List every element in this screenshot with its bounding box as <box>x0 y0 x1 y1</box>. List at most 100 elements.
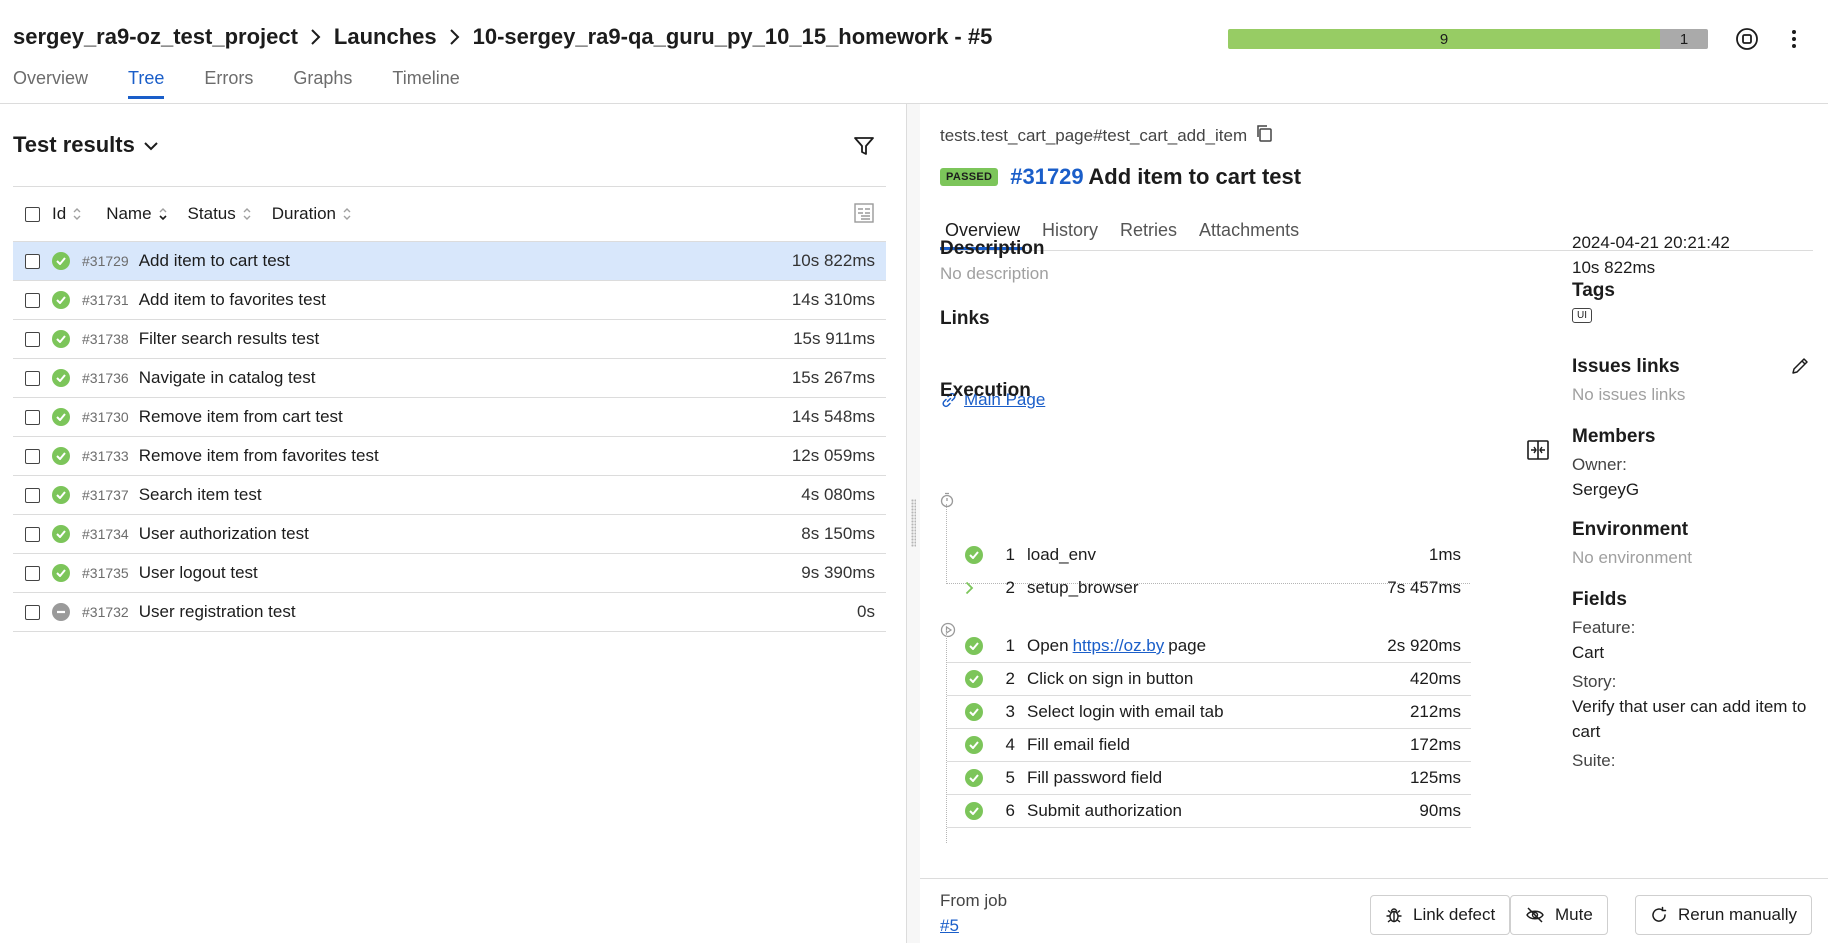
results-list: #31729 Add item to cart test 10s 822ms #317… <box>13 242 886 632</box>
sort-icon <box>73 208 81 220</box>
table-row[interactable]: #31733 Remove item from favorites test 12s… <box>13 437 886 476</box>
step-name: setup_browser <box>1027 578 1139 597</box>
step-name: load_env <box>1027 545 1097 564</box>
column-status[interactable]: Status <box>188 204 252 224</box>
row-id: #31730 <box>82 409 129 425</box>
row-duration: 4s 080ms <box>801 485 875 504</box>
column-name[interactable]: Name <box>106 204 167 224</box>
table-row[interactable]: #31731 Add item to favorites test 14s 310m… <box>13 281 886 320</box>
test-step[interactable]: 5 Fill password field 125ms <box>947 762 1471 795</box>
table-row[interactable]: #31729 Add item to cart test 10s 822ms <box>13 242 886 281</box>
tab-errors[interactable]: Errors <box>204 68 253 99</box>
rerun-manually-button[interactable]: Rerun manually <box>1635 895 1813 935</box>
more-vertical-icon[interactable] <box>1779 24 1809 54</box>
tree-view-icon[interactable] <box>852 201 876 230</box>
row-name: Remove item from favorites test <box>138 446 379 465</box>
status-passed-icon <box>965 802 983 820</box>
environment-text: No environment <box>1572 548 1693 567</box>
tab-timeline[interactable]: Timeline <box>392 68 459 99</box>
row-checkbox[interactable] <box>25 604 40 620</box>
status-passed-icon <box>965 546 983 564</box>
row-checkbox[interactable] <box>25 253 40 269</box>
row-checkbox[interactable] <box>25 292 40 308</box>
row-checkbox[interactable] <box>25 448 40 464</box>
status-badge: PASSED <box>940 168 999 186</box>
test-step[interactable]: 6 Submit authorization 90ms <box>947 795 1471 828</box>
tab-graphs[interactable]: Graphs <box>293 68 352 99</box>
row-checkbox[interactable] <box>25 331 40 347</box>
step-url-link[interactable]: https://oz.by <box>1073 636 1165 655</box>
link-defect-button[interactable]: Link defect <box>1370 895 1511 935</box>
filter-icon[interactable] <box>850 132 878 160</box>
tab-overview[interactable]: Overview <box>13 68 88 99</box>
table-row[interactable]: #31732 User registration test 0s <box>13 593 886 632</box>
row-name: Add item to cart test <box>138 251 290 270</box>
status-passed-icon <box>52 564 70 582</box>
test-results-title[interactable]: Test results <box>13 132 159 158</box>
tab-retries[interactable]: Retries <box>1115 216 1182 250</box>
tab-attachments[interactable]: Attachments <box>1194 216 1304 250</box>
table-row[interactable]: #31736 Navigate in catalog test 15s 267ms <box>13 359 886 398</box>
page-header: sergey_ra9-oz_test_project Launches 10-s… <box>0 0 1828 104</box>
expand-collapse-icon[interactable] <box>1526 438 1550 467</box>
mute-label: Mute <box>1555 905 1593 924</box>
story-label: Story: <box>1572 672 1617 691</box>
step-name: Select login with email tab <box>1027 702 1224 721</box>
row-id: #31736 <box>82 370 129 386</box>
chevron-right-icon <box>310 28 322 46</box>
issues-text: No issues links <box>1572 385 1686 404</box>
row-checkbox[interactable] <box>25 370 40 386</box>
status-passed-icon <box>965 637 983 655</box>
table-row[interactable]: #31734 User authorization test 8s 150ms <box>13 515 886 554</box>
status-passed-icon <box>52 447 70 465</box>
row-checkbox[interactable] <box>25 487 40 503</box>
status-summary-bar[interactable]: 9 1 <box>1228 29 1708 49</box>
step-number: 5 <box>1005 768 1015 787</box>
environment-heading: Environment <box>1572 519 1689 540</box>
table-row[interactable]: #31738 Filter search results test 15s 911m… <box>13 320 886 359</box>
row-name: User logout test <box>138 563 258 582</box>
setup-steps: 1 load_env 1ms 2 setup_browser 7s 457ms <box>946 504 1470 597</box>
owner-value: SergeyG <box>1572 480 1640 499</box>
sort-icon <box>243 208 251 220</box>
column-id[interactable]: Id <box>52 204 82 224</box>
sort-icon <box>343 208 351 220</box>
table-row[interactable]: #31737 Search item test 4s 080ms <box>13 476 886 515</box>
row-checkbox[interactable] <box>25 526 40 542</box>
step-name: Fill email field <box>1027 735 1130 754</box>
issues-heading: Issues links <box>1572 356 1680 377</box>
test-step[interactable]: 3 Select login with email tab 212ms <box>947 696 1471 729</box>
step-duration: 212ms <box>1409 702 1461 721</box>
test-step[interactable]: 2 Click on sign in button 420ms <box>947 663 1471 696</box>
setup-step[interactable]: 2 setup_browser 7s 457ms <box>947 569 1471 607</box>
breadcrumb-project[interactable]: sergey_ra9-oz_test_project <box>13 24 298 50</box>
breadcrumb-launches[interactable]: Launches <box>334 24 437 50</box>
panel-splitter[interactable] <box>906 104 920 943</box>
stop-icon[interactable] <box>1732 24 1762 54</box>
table-row[interactable]: #31730 Remove item from cart test 14s 548m… <box>13 398 886 437</box>
row-name: Filter search results test <box>138 329 320 348</box>
bug-icon <box>1386 908 1402 923</box>
tab-tree[interactable]: Tree <box>128 68 165 99</box>
test-step[interactable]: 4 Fill email field 172ms <box>947 729 1471 762</box>
refresh-icon <box>1652 906 1667 922</box>
step-duration: 172ms <box>1409 735 1461 754</box>
test-step[interactable]: 1 Open https://oz.by page 2s 920ms <box>947 630 1471 663</box>
job-link[interactable]: #5 <box>940 916 959 936</box>
column-duration[interactable]: Duration <box>272 204 352 224</box>
row-checkbox[interactable] <box>25 409 40 425</box>
row-checkbox[interactable] <box>25 565 40 581</box>
table-row[interactable]: #31735 User logout test 9s 390ms <box>13 554 886 593</box>
step-name: Click on sign in button <box>1027 669 1194 688</box>
copy-icon[interactable] <box>1255 124 1273 147</box>
select-all-checkbox[interactable] <box>25 206 40 222</box>
mute-button[interactable]: Mute <box>1510 895 1608 935</box>
tags-block: Tags UI <box>1572 280 1822 323</box>
detail-footer: From job #5 Link defect Mute Rerun manua… <box>920 878 1828 943</box>
tab-history[interactable]: History <box>1037 216 1103 250</box>
issues-block: Issues links No issues links <box>1572 356 1822 407</box>
row-duration: 15s 267ms <box>791 368 875 387</box>
step-name: Fill password field <box>1027 768 1163 787</box>
status-passed-icon <box>52 525 70 543</box>
edit-icon[interactable] <box>1790 356 1810 381</box>
